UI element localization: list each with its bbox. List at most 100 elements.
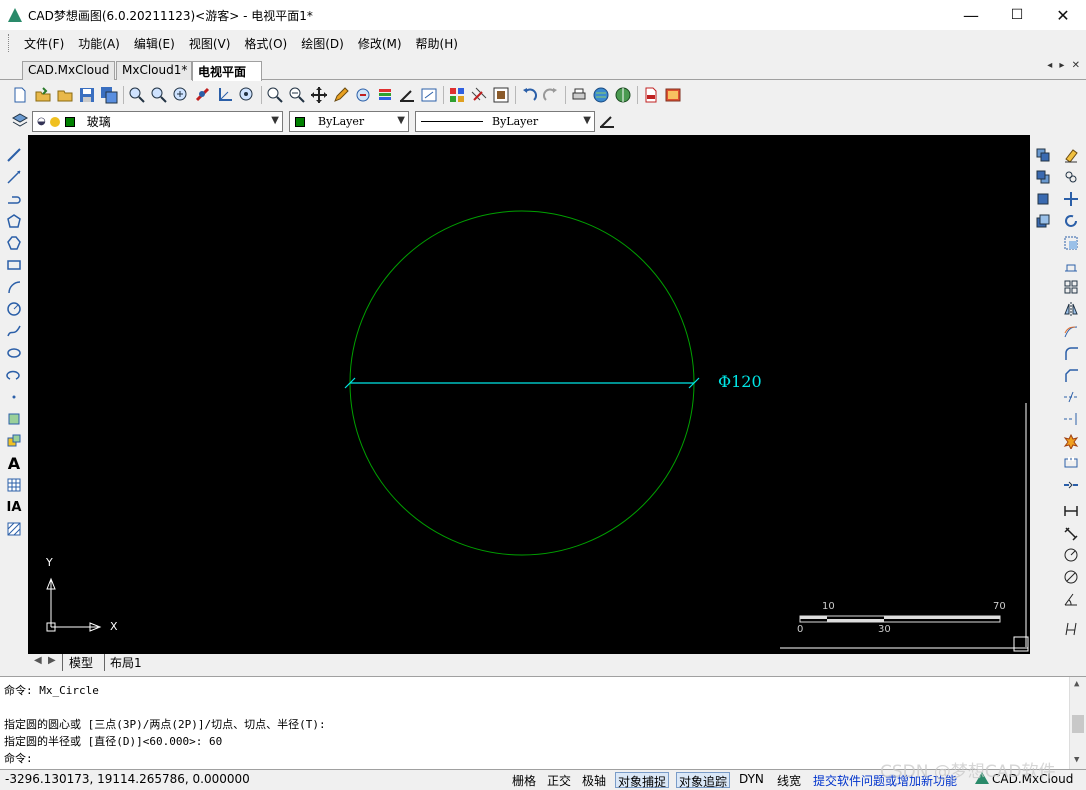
aligned-dimension-icon[interactable]	[1061, 523, 1081, 543]
layout-prev-icon[interactable]: ◀	[34, 655, 42, 666]
pan-icon[interactable]	[310, 86, 328, 104]
text-icon[interactable]: A	[4, 453, 24, 473]
close-button[interactable]: ✕	[1040, 0, 1086, 30]
rectangle-icon[interactable]	[4, 255, 24, 275]
drawing-canvas[interactable]: Φ120 Y X 10 70 0 30	[28, 135, 1030, 654]
zoom-realtime-icon[interactable]	[128, 86, 146, 104]
tab-model[interactable]: 模型	[62, 654, 93, 671]
save-all-icon[interactable]	[100, 86, 118, 104]
tab-cad-mxcloud[interactable]: CAD.MxCloud	[22, 61, 115, 80]
zoom-previous-icon[interactable]	[238, 86, 256, 104]
zoom-scale-icon[interactable]	[266, 86, 284, 104]
menu-modify[interactable]: 修改(M)	[351, 35, 409, 52]
export-image-icon[interactable]	[664, 86, 682, 104]
toggle-grid[interactable]: 栅格	[510, 772, 538, 788]
send-under-icon[interactable]	[1033, 211, 1053, 231]
undo-icon[interactable]	[520, 86, 538, 104]
angular-dimension-icon[interactable]	[1061, 589, 1081, 609]
radius-dimension-icon[interactable]	[1061, 545, 1081, 565]
toggle-polar[interactable]: 极轴	[580, 772, 608, 788]
draw-order-icon[interactable]	[398, 86, 416, 104]
spline-icon[interactable]	[4, 321, 24, 341]
toggle-lineweight[interactable]: 线宽	[775, 772, 803, 788]
pentagon-icon[interactable]	[4, 233, 24, 253]
bring-above-icon[interactable]	[1033, 189, 1053, 209]
redo-icon[interactable]	[542, 86, 560, 104]
tab-mxcloud1[interactable]: MxCloud1*	[116, 61, 192, 80]
insert-block-icon[interactable]	[4, 409, 24, 429]
layout-next-icon[interactable]: ▶	[48, 655, 56, 666]
pencil-icon[interactable]	[332, 86, 350, 104]
array-icon[interactable]	[1061, 277, 1081, 297]
move-icon[interactable]	[1061, 189, 1081, 209]
toggle-osnap[interactable]: 对象捕捉	[615, 772, 670, 789]
print-icon[interactable]	[570, 86, 588, 104]
diameter-dimension-icon[interactable]	[1061, 567, 1081, 587]
open-file-icon[interactable]	[34, 86, 52, 104]
point-icon[interactable]	[4, 387, 24, 407]
menu-format[interactable]: 格式(O)	[237, 35, 294, 52]
minimize-button[interactable]: —	[948, 0, 994, 30]
rotate-icon[interactable]	[1061, 211, 1081, 231]
new-file-icon[interactable]	[11, 86, 29, 104]
circle-icon[interactable]	[4, 299, 24, 319]
menu-draw[interactable]: 绘图(D)	[294, 35, 351, 52]
make-block-icon[interactable]	[4, 431, 24, 451]
zoom-in-icon[interactable]	[172, 86, 190, 104]
scroll-thumb[interactable]	[1072, 715, 1084, 733]
menu-edit[interactable]: 编辑(E)	[127, 35, 182, 52]
properties-icon[interactable]	[420, 86, 438, 104]
dimension-text[interactable]: Φ120	[718, 372, 762, 391]
zoom-extents-icon[interactable]	[194, 86, 212, 104]
zoom-window-icon[interactable]	[150, 86, 168, 104]
multiline-text-icon[interactable]: IA	[4, 497, 24, 517]
chamfer-icon[interactable]	[1061, 365, 1081, 385]
xline-icon[interactable]	[4, 167, 24, 187]
menu-help[interactable]: 帮助(H)	[409, 35, 465, 52]
polyline-icon[interactable]	[4, 189, 24, 209]
join-icon[interactable]	[1061, 475, 1081, 495]
match-properties-icon[interactable]	[354, 86, 372, 104]
explode-icon[interactable]	[1061, 431, 1081, 451]
extend-icon[interactable]	[1061, 409, 1081, 429]
offset-icon[interactable]	[1061, 321, 1081, 341]
menu-view[interactable]: 视图(V)	[182, 35, 238, 52]
scroll-down-icon[interactable]: ▼	[1074, 755, 1079, 765]
mirror-icon[interactable]	[1061, 299, 1081, 319]
scroll-up-icon[interactable]: ▲	[1074, 679, 1079, 689]
toggle-otrack[interactable]: 对象追踪	[676, 772, 731, 789]
fillet-icon[interactable]	[1061, 343, 1081, 363]
command-window[interactable]: 命令: Mx_Circle 指定圆的圆心或 [三点(3P)/两点(2P)]/切点…	[0, 676, 1086, 770]
menu-function[interactable]: 功能(A)	[71, 35, 127, 52]
hatch-fill-icon[interactable]	[4, 519, 24, 539]
tab-navigation[interactable]: ◂ ▸ ✕	[1047, 60, 1082, 71]
color-select[interactable]: ByLayer ▼	[289, 111, 409, 132]
tab-layout1[interactable]: 布局1	[104, 654, 142, 671]
send-back-icon[interactable]	[1033, 167, 1053, 187]
line-icon[interactable]	[4, 145, 24, 165]
globe-icon[interactable]	[592, 86, 610, 104]
lineweight-icon[interactable]	[598, 112, 616, 130]
break-icon[interactable]	[1061, 453, 1081, 473]
pdf-icon[interactable]	[642, 86, 660, 104]
table-icon[interactable]	[4, 475, 24, 495]
layers-icon[interactable]	[11, 112, 29, 130]
linear-dimension-icon[interactable]	[1061, 501, 1081, 521]
command-input[interactable]: 命令:	[4, 750, 33, 766]
ucs-icon[interactable]	[216, 86, 234, 104]
arc-icon[interactable]	[4, 277, 24, 297]
polygon-icon[interactable]	[4, 211, 24, 231]
layer-select[interactable]: ◒ 玻璃 ▼	[32, 111, 283, 132]
save-icon[interactable]	[78, 86, 96, 104]
image-icon[interactable]	[492, 86, 510, 104]
menu-grip[interactable]	[8, 34, 11, 52]
ordinate-dimension-icon[interactable]	[1061, 619, 1081, 639]
linetype-select[interactable]: ByLayer ▼	[415, 111, 595, 132]
command-scrollbar[interactable]: ▲ ▼	[1069, 677, 1086, 769]
open-folder-icon[interactable]	[56, 86, 74, 104]
block-icon[interactable]	[448, 86, 466, 104]
scale-icon[interactable]	[1061, 233, 1081, 253]
erase-icon[interactable]	[1061, 145, 1081, 165]
maximize-button[interactable]: ☐	[994, 0, 1040, 30]
toggle-dyn[interactable]: DYN	[737, 772, 766, 788]
